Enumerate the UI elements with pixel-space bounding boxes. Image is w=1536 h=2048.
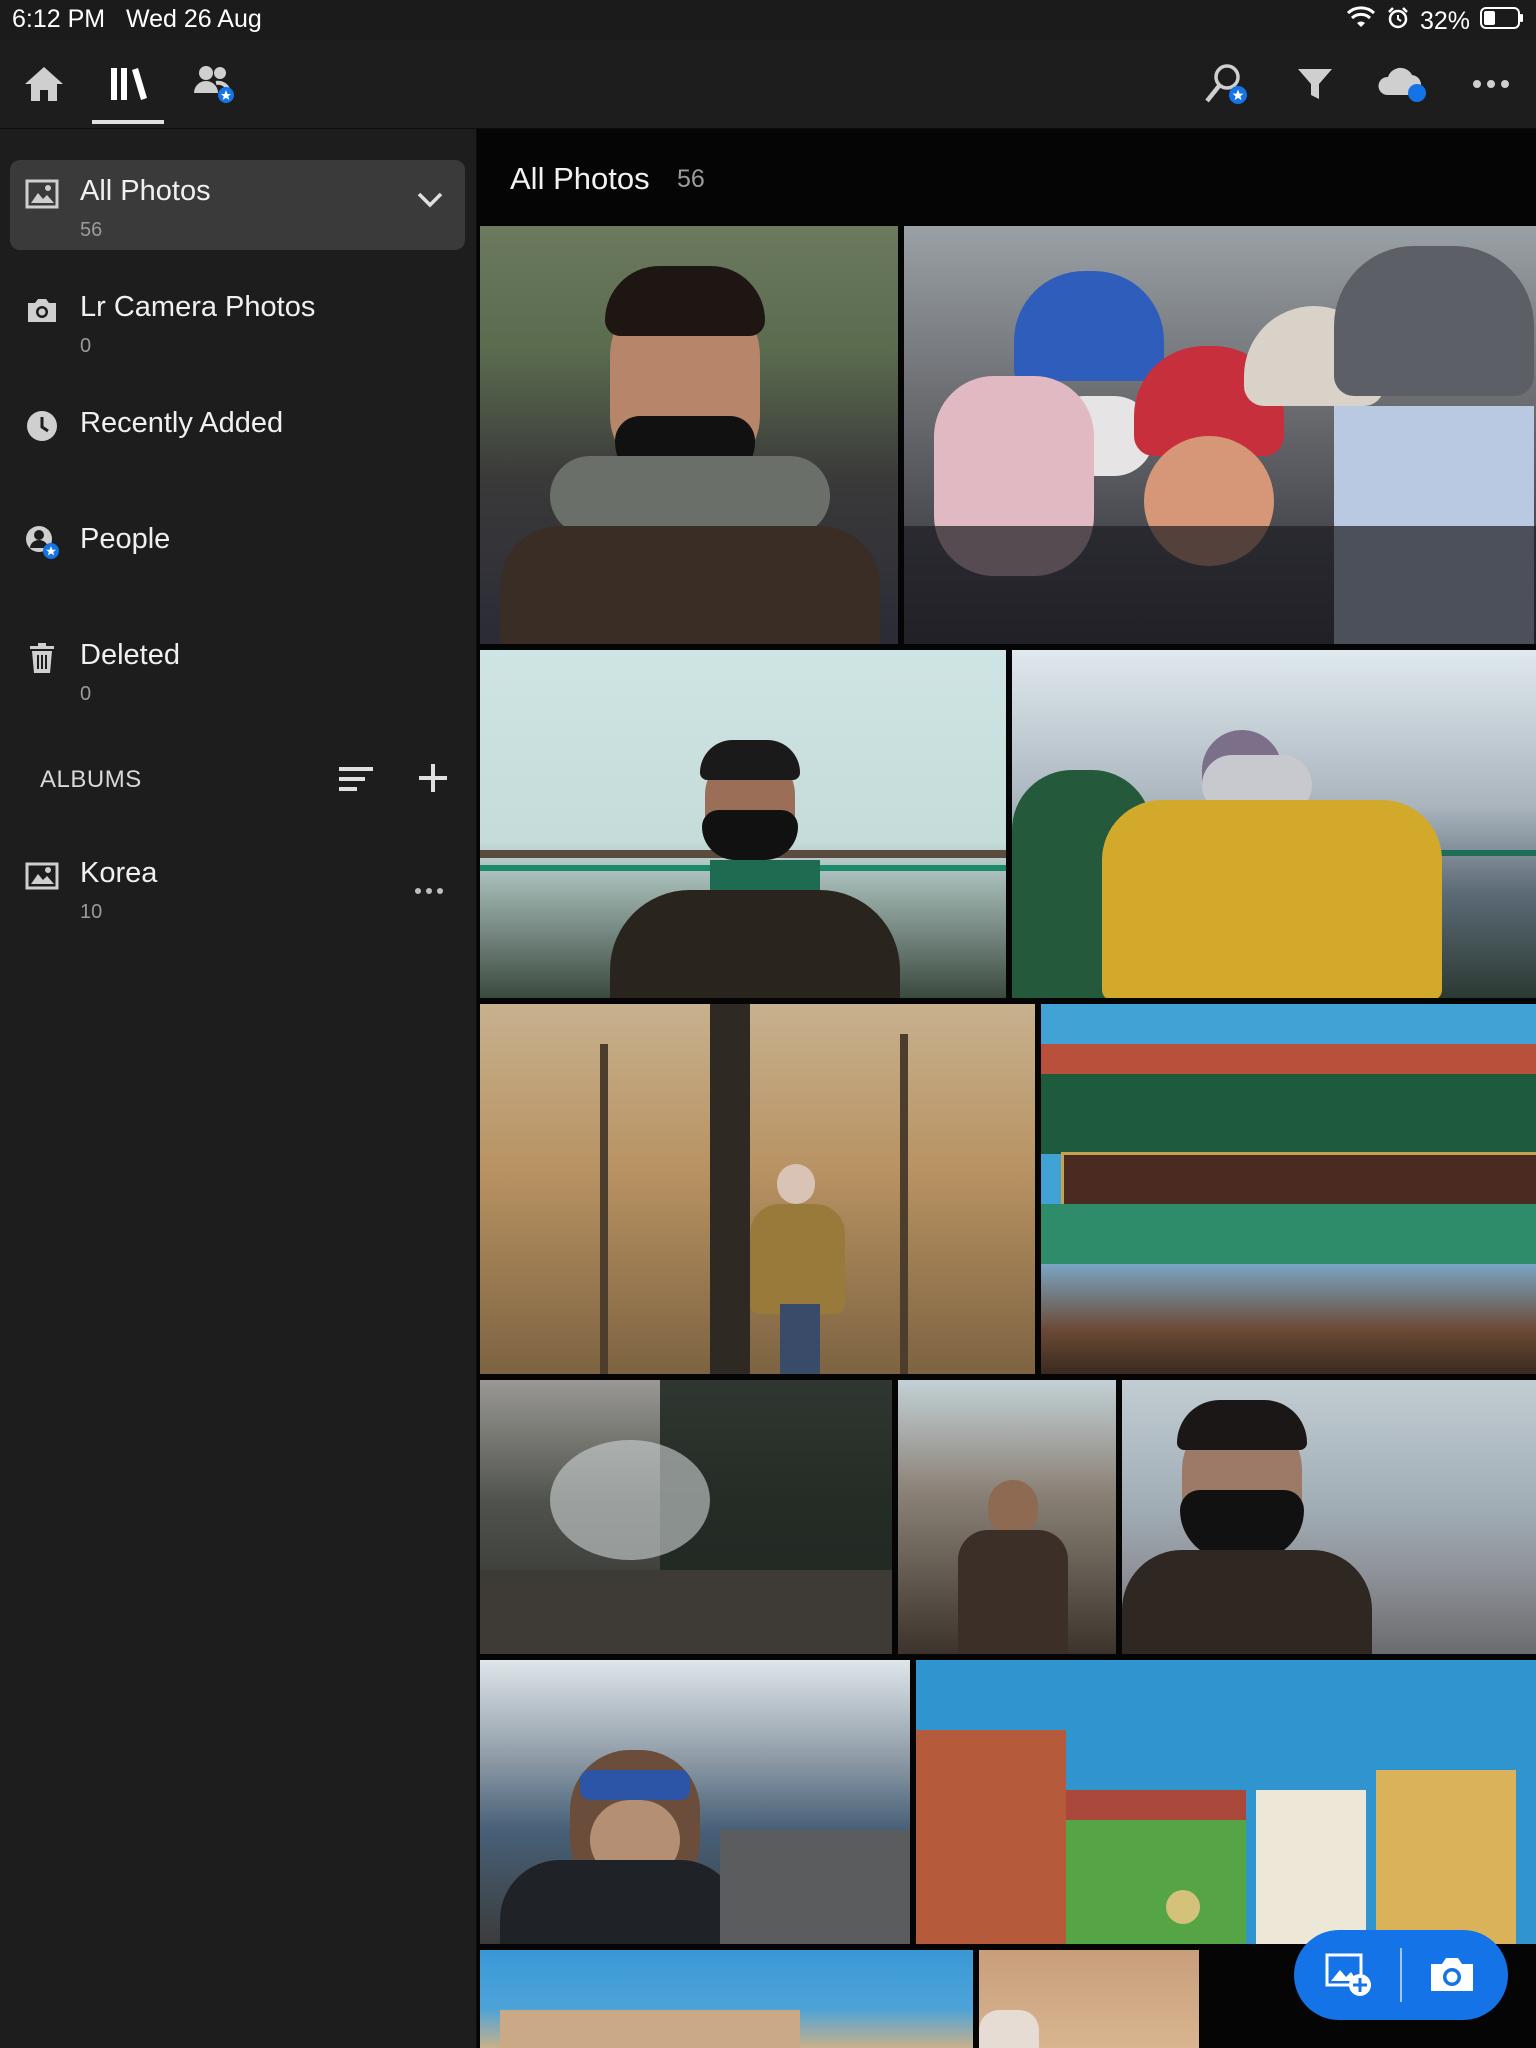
photo-thumbnail[interactable]: [1012, 650, 1536, 998]
photo-thumbnail[interactable]: [904, 226, 1536, 644]
sidebar-item-lr-camera-photos[interactable]: Lr Camera Photos 0: [10, 276, 465, 366]
album-label: Korea: [80, 857, 158, 889]
sidebar-item-deleted[interactable]: Deleted 0: [10, 624, 465, 714]
photo-grid-panel: All Photos 56: [477, 129, 1536, 2048]
album-icon: [24, 858, 60, 894]
library-tab-indicator: [92, 120, 164, 124]
people-icon: [24, 524, 60, 560]
sidebar-item-label: Deleted: [80, 639, 180, 671]
add-photos-icon[interactable]: [1324, 1952, 1372, 2003]
sidebar-item-recently-added[interactable]: Recently Added: [10, 392, 465, 482]
photo-thumbnail[interactable]: [480, 650, 1006, 998]
photo-thumbnail[interactable]: [916, 1660, 1536, 1944]
status-indicators: 32%: [1346, 6, 1524, 37]
clock-icon: [24, 408, 60, 444]
add-photos-fab: [1294, 1930, 1508, 2020]
photos-icon: [24, 176, 60, 212]
sidebar-item-count: 0: [80, 683, 92, 705]
photo-count: 56: [677, 165, 705, 193]
sidebar-item-label: Lr Camera Photos: [80, 291, 316, 323]
top-toolbar: [0, 40, 1536, 129]
album-item-korea[interactable]: Korea 10: [10, 842, 465, 932]
photo-thumbnail[interactable]: [898, 1380, 1116, 1654]
battery-icon: [1480, 7, 1524, 36]
battery-percent: 32%: [1419, 7, 1470, 35]
chevron-down-icon[interactable]: [417, 192, 443, 213]
camera-capture-icon[interactable]: [1428, 1954, 1476, 1999]
trash-icon: [24, 640, 60, 676]
sidebar-item-label: Recently Added: [80, 407, 284, 439]
photo-thumbnail[interactable]: [1041, 1004, 1536, 1374]
more-icon[interactable]: [1464, 57, 1518, 111]
fab-divider: [1400, 1948, 1402, 2002]
sidebar-item-count: 56: [80, 219, 103, 241]
sidebar-item-label: All Photos: [80, 175, 211, 207]
album-count: 10: [80, 901, 103, 923]
alarm-icon: [1386, 6, 1410, 37]
sidebar-item-all-photos[interactable]: All Photos 56: [10, 160, 465, 250]
cloud-sync-icon[interactable]: [1375, 57, 1429, 111]
sidebar-item-count: 0: [80, 335, 92, 357]
status-time: 6:12 PM: [12, 5, 106, 33]
sidebar-item-label: People: [80, 523, 171, 555]
photo-thumbnail[interactable]: [1122, 1380, 1536, 1654]
sort-icon[interactable]: [337, 764, 375, 799]
shared-people-icon[interactable]: [188, 57, 242, 111]
sidebar: All Photos 56 Lr Camera Photos 0 Recentl…: [0, 129, 477, 2048]
photo-thumbnail[interactable]: [480, 1660, 910, 1944]
photo-thumbnail[interactable]: [480, 1380, 892, 1654]
album-more-icon[interactable]: [414, 882, 444, 900]
photo-thumbnail[interactable]: [480, 1004, 1035, 1374]
photo-thumbnail[interactable]: [480, 1950, 973, 2048]
photo-thumbnail[interactable]: [979, 1950, 1199, 2048]
wifi-icon: [1346, 6, 1376, 37]
albums-heading: ALBUMS: [40, 766, 142, 793]
search-people-icon[interactable]: [1199, 57, 1253, 111]
filter-icon[interactable]: [1288, 57, 1342, 111]
status-date: Wed 26 Aug: [126, 5, 262, 33]
page-title: All Photos: [510, 161, 650, 196]
status-bar: 6:12 PM Wed 26 Aug 32%: [0, 0, 1536, 40]
photo-thumbnail[interactable]: [480, 226, 898, 644]
camera-icon: [24, 292, 60, 328]
home-icon[interactable]: [17, 57, 71, 111]
library-icon[interactable]: [101, 57, 155, 111]
add-album-icon[interactable]: [417, 762, 449, 799]
sidebar-item-people[interactable]: People: [10, 508, 465, 598]
